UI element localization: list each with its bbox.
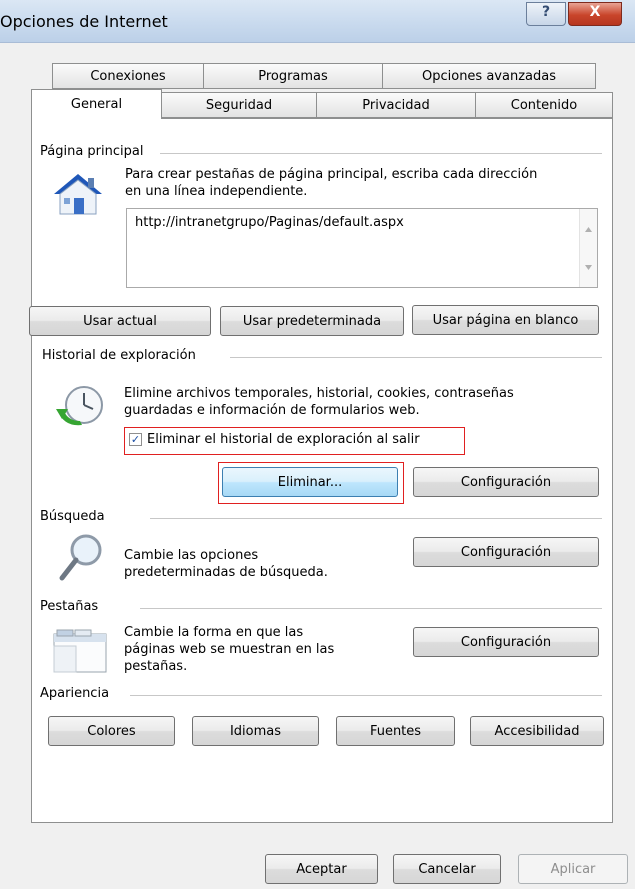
divider [130, 695, 602, 696]
tab-programas[interactable]: Programas [203, 63, 383, 89]
accessibility-button[interactable]: Accesibilidad [470, 716, 604, 746]
section-label-search: Búsqueda [40, 509, 111, 524]
house-icon [54, 174, 102, 215]
home-description-line1: Para crear pestañas de página principal,… [125, 167, 538, 182]
use-blank-button[interactable]: Usar página en blanco [412, 305, 599, 335]
tabs-settings-button[interactable]: Configuración [413, 627, 599, 657]
apply-button[interactable]: Aplicar [518, 854, 628, 884]
tabs-description-line2: páginas web se muestran en las [124, 642, 335, 657]
homepage-url[interactable]: http://intranetgrupo/Paginas/default.asp… [135, 215, 404, 230]
search-settings-button[interactable]: Configuración [413, 537, 599, 567]
highlight-box-delete [218, 462, 404, 504]
ok-button[interactable]: Aceptar [265, 854, 378, 884]
help-icon: ? [541, 4, 551, 20]
colors-button[interactable]: Colores [48, 716, 175, 746]
use-current-button[interactable]: Usar actual [29, 306, 211, 336]
divider [230, 357, 602, 358]
tab-general[interactable]: General [31, 89, 162, 119]
tabs-description-line3: pestañas. [124, 659, 188, 674]
homepage-textarea[interactable]: http://intranetgrupo/Paginas/default.asp… [126, 208, 598, 288]
tab-privacidad[interactable]: Privacidad [316, 92, 476, 118]
divider [160, 153, 602, 154]
tab-label: Opciones avanzadas [422, 68, 556, 84]
section-label-history: Historial de exploración [42, 348, 202, 363]
tab-contenido[interactable]: Contenido [475, 92, 613, 118]
scroll-down-icon[interactable] [585, 265, 592, 270]
section-label-home: Página principal [40, 144, 150, 159]
window-title: Opciones de Internet [0, 12, 168, 31]
languages-button[interactable]: Idiomas [192, 716, 319, 746]
history-clock-icon [56, 386, 103, 426]
history-description-line2: guardadas e información de formularios w… [124, 403, 420, 418]
tabs-window-icon [53, 629, 107, 673]
divider [150, 518, 602, 519]
help-button[interactable]: ? [526, 2, 566, 26]
divider [140, 608, 602, 609]
delete-on-exit-label[interactable]: Eliminar el historial de exploración al … [147, 431, 420, 448]
tab-label: Contenido [510, 97, 578, 113]
search-description-line1: Cambie las opciones [124, 548, 259, 563]
search-icon [59, 534, 102, 581]
tab-conexiones[interactable]: Conexiones [52, 63, 204, 89]
title-bar[interactable]: Opciones de Internet ? X [0, 0, 635, 43]
fonts-button[interactable]: Fuentes [336, 716, 455, 746]
tab-label: Programas [258, 68, 328, 84]
search-description-line2: predeterminadas de búsqueda. [124, 565, 328, 580]
use-default-button[interactable]: Usar predeterminada [220, 306, 404, 336]
tab-seguridad[interactable]: Seguridad [161, 92, 317, 118]
section-label-appearance: Apariencia [40, 686, 116, 701]
tab-label: General [70, 97, 123, 112]
tab-label: Seguridad [205, 97, 273, 113]
home-description-line2: en una línea independiente. [125, 184, 308, 199]
history-settings-button[interactable]: Configuración [413, 467, 599, 497]
delete-on-exit-checkbox[interactable]: ✓ [129, 433, 142, 446]
cancel-button[interactable]: Cancelar [393, 854, 501, 884]
close-icon: X [589, 4, 601, 20]
scroll-up-icon[interactable] [585, 227, 592, 232]
tab-label: Conexiones [90, 68, 166, 84]
tab-opciones-avanzadas[interactable]: Opciones avanzadas [382, 63, 596, 89]
history-description-line1: Elimine archivos temporales, historial, … [124, 386, 514, 401]
close-button[interactable]: X [568, 2, 622, 26]
section-label-tabs: Pestañas [40, 599, 105, 614]
tabs-description-line1: Cambie la forma en que las [124, 625, 304, 640]
textarea-scrollbar[interactable] [579, 209, 597, 287]
tab-label: Privacidad [362, 97, 430, 113]
